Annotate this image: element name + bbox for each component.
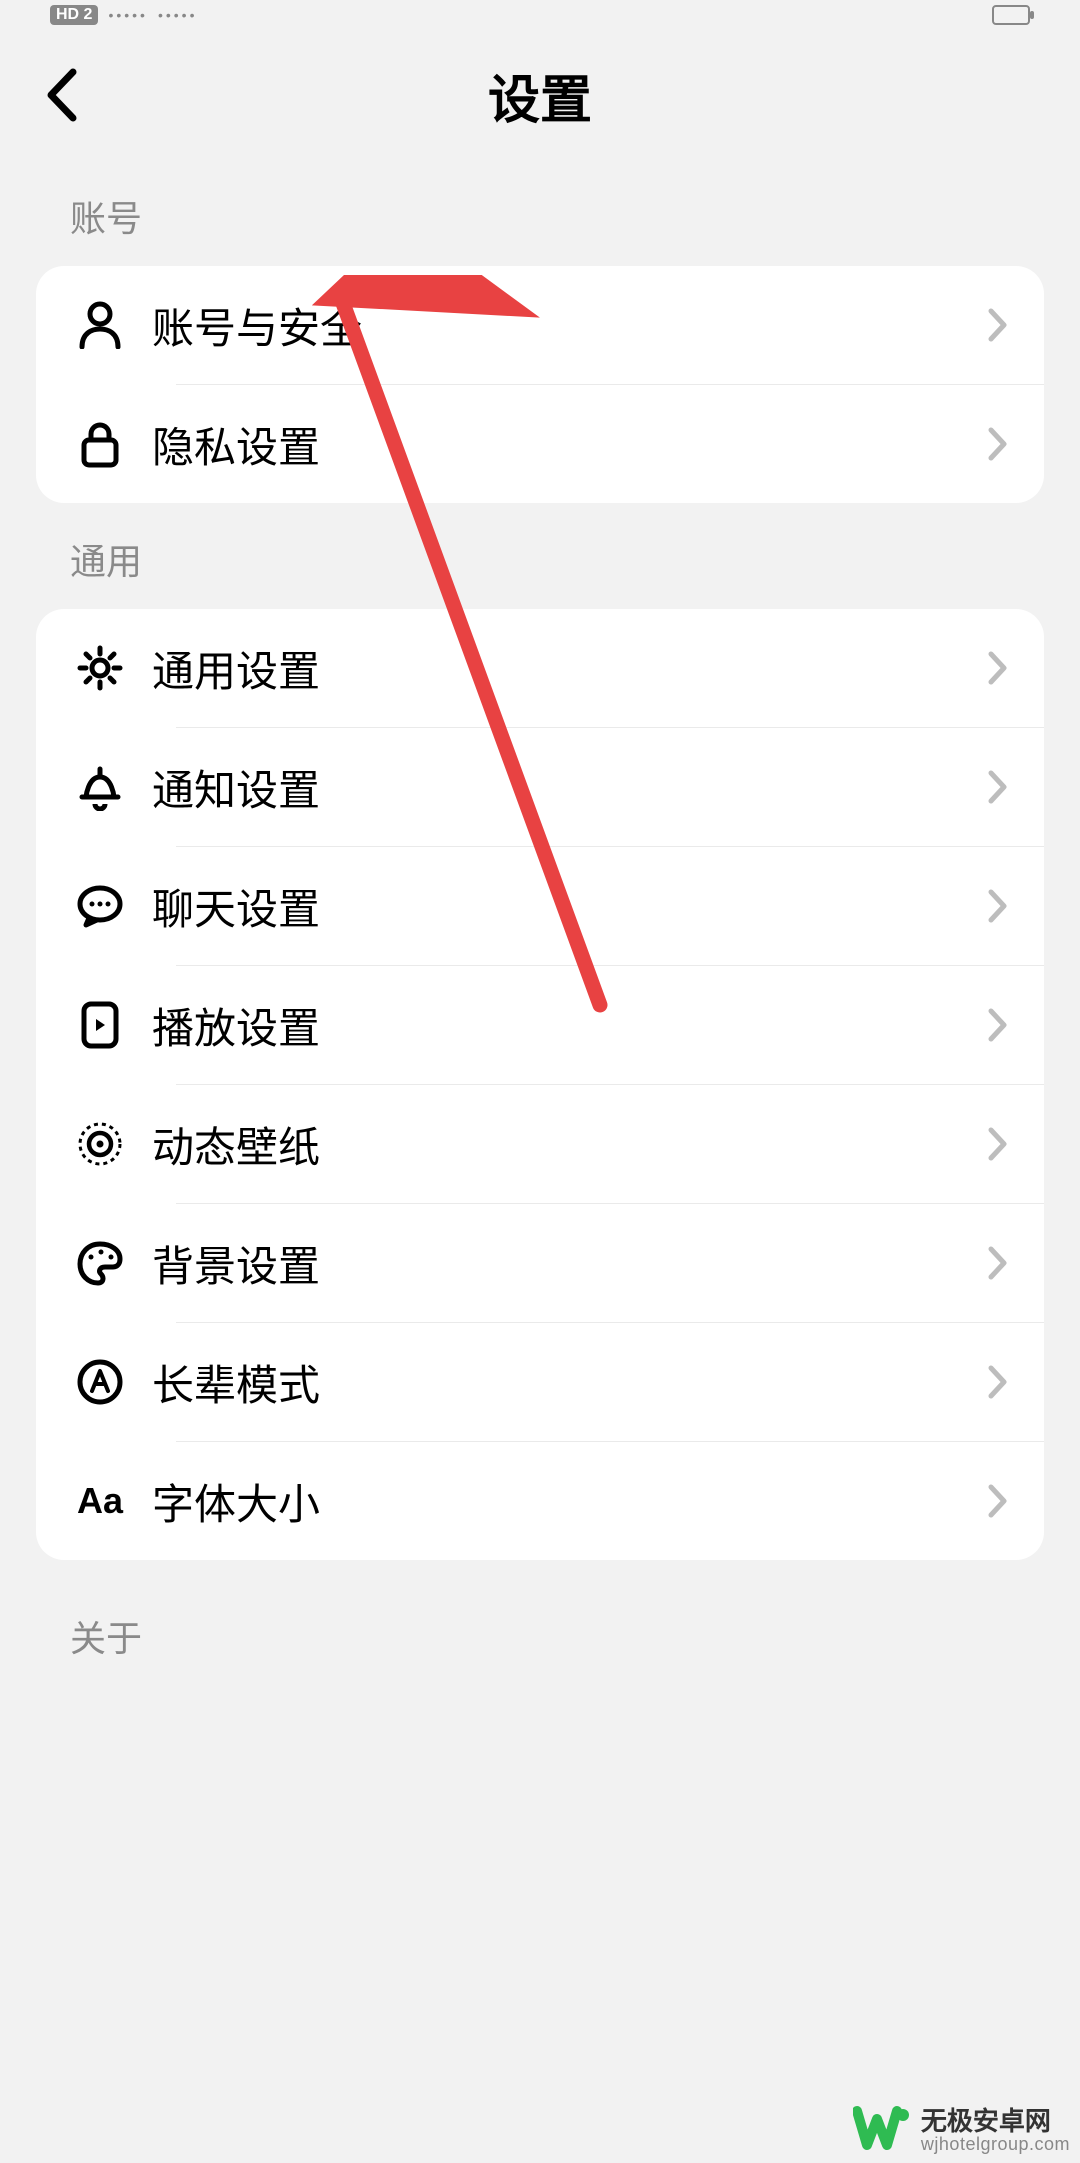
chevron-right-icon [988,1127,1008,1161]
back-button[interactable] [30,65,90,125]
section-heading-about: 关于 [0,1560,1080,1686]
row-elder-mode[interactable]: 长辈模式 [36,1323,1044,1441]
watermark-title: 无极安卓网 [921,2107,1070,2136]
row-playback-settings[interactable]: 播放设置 [36,966,1044,1084]
row-notification-settings[interactable]: 通知设置 [36,728,1044,846]
section-heading-general: 通用 [0,503,1080,609]
hd-badge: HD 2 [50,5,98,25]
row-chat-settings[interactable]: 聊天设置 [36,847,1044,965]
watermark-logo-icon [853,2105,911,2157]
row-account-security[interactable]: 账号与安全 [36,266,1044,384]
target-icon [77,1121,123,1167]
aa-icon: Aa [77,1480,123,1522]
a-circle-icon [77,1359,123,1405]
section-heading-account: 账号 [0,160,1080,266]
row-label: 通用设置 [152,638,988,699]
chevron-right-icon [988,889,1008,923]
chevron-right-icon [988,651,1008,685]
watermark-url: wjhotelgroup.com [921,2135,1070,2155]
row-label: 播放设置 [152,995,988,1056]
chevron-right-icon [988,770,1008,804]
header: 设置 [0,30,1080,160]
gear-icon [77,645,123,691]
row-label: 通知设置 [152,757,988,818]
row-label: 隐私设置 [152,414,988,475]
row-label: 背景设置 [152,1233,988,1294]
row-dynamic-wallpaper[interactable]: 动态壁纸 [36,1085,1044,1203]
row-label: 账号与安全 [152,295,988,356]
row-privacy[interactable]: 隐私设置 [36,385,1044,503]
watermark: 无极安卓网 wjhotelgroup.com [853,2105,1070,2157]
row-label: 字体大小 [152,1471,988,1532]
chevron-right-icon [988,1246,1008,1280]
row-label: 聊天设置 [152,876,988,937]
chevron-right-icon [988,427,1008,461]
bell-icon [78,763,122,811]
lock-icon [80,420,120,468]
battery-icon [992,5,1030,25]
user-icon [78,301,122,349]
signal-indicator-2: ••••• [158,7,198,23]
chevron-right-icon [988,1484,1008,1518]
status-bar: HD 2 ••••• ••••• [0,0,1080,30]
play-icon [81,1001,119,1049]
chat-icon [77,884,123,928]
row-background-settings[interactable]: 背景设置 [36,1204,1044,1322]
card-account: 账号与安全 隐私设置 [36,266,1044,503]
row-general-settings[interactable]: 通用设置 [36,609,1044,727]
page-title: 设置 [0,58,1080,133]
chevron-right-icon [988,308,1008,342]
chevron-right-icon [988,1008,1008,1042]
row-font-size[interactable]: Aa 字体大小 [36,1442,1044,1560]
row-label: 动态壁纸 [152,1114,988,1175]
signal-indicator: ••••• [108,7,148,23]
row-label: 长辈模式 [152,1352,988,1413]
chevron-left-icon [43,68,77,122]
card-general: 通用设置 通知设置 聊天设置 [36,609,1044,1560]
chevron-right-icon [988,1365,1008,1399]
palette-icon [77,1240,123,1286]
